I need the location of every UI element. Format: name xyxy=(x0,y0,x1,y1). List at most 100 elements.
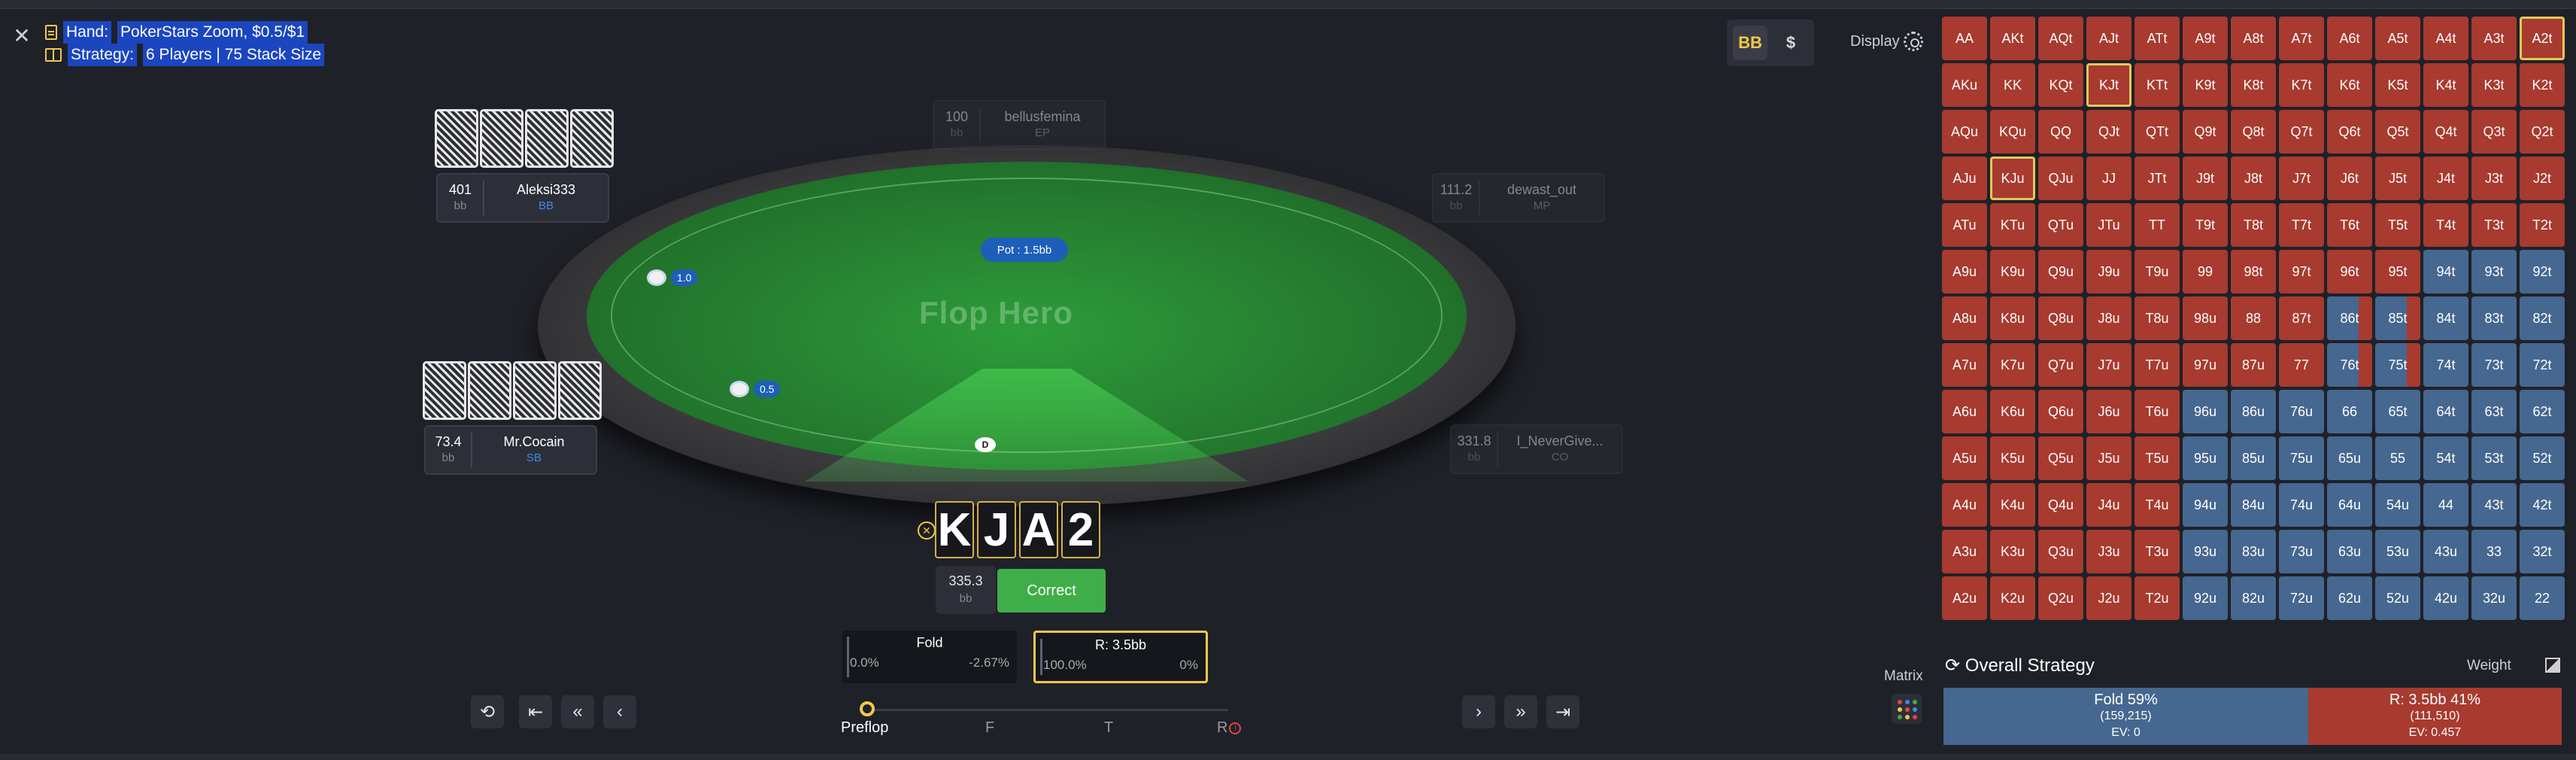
matrix-cell[interactable]: 92u xyxy=(2183,576,2228,620)
matrix-cell[interactable]: 65t xyxy=(2375,390,2420,433)
matrix-cell[interactable]: 97t xyxy=(2279,250,2324,293)
dollar-toggle[interactable]: $ xyxy=(1773,26,1808,60)
matrix-cell[interactable]: Q3u xyxy=(2038,530,2083,573)
hero-clear-icon[interactable]: ✕ xyxy=(918,521,936,540)
matrix-cell[interactable]: 62u xyxy=(2327,576,2372,620)
prev-icon[interactable]: ‹ xyxy=(603,695,636,728)
matrix-cell[interactable]: 83u xyxy=(2231,530,2276,573)
seat-mp[interactable]: 111.2 bb dewast_out MP xyxy=(1432,173,1605,223)
seat-ep[interactable]: 100 bb bellusfemina EP xyxy=(933,100,1106,150)
display-label[interactable]: Display xyxy=(1850,33,1900,50)
rewind-icon[interactable]: « xyxy=(561,695,594,728)
matrix-cell[interactable]: Q7t xyxy=(2279,110,2324,154)
matrix-cell[interactable]: A7u xyxy=(1942,343,1987,387)
matrix-cell[interactable]: 72u xyxy=(2279,576,2324,620)
matrix-cell[interactable]: 87u xyxy=(2231,343,2276,387)
matrix-cell[interactable]: 97u xyxy=(2183,343,2228,387)
matrix-cell[interactable]: Q8u xyxy=(2038,296,2083,340)
matrix-cell[interactable]: A9u xyxy=(1942,250,1987,293)
matrix-cell[interactable]: J9t xyxy=(2183,157,2228,200)
matrix-cell[interactable]: 63t xyxy=(2471,390,2517,433)
matrix-cell[interactable]: K7u xyxy=(1990,343,2035,387)
matrix-cell[interactable]: Q8t xyxy=(2231,110,2276,154)
street-current-marker[interactable] xyxy=(860,701,875,716)
matrix-cell[interactable]: ATu xyxy=(1942,203,1987,247)
matrix-cell[interactable]: 75u xyxy=(2279,436,2324,480)
matrix-cell[interactable]: 42u xyxy=(2423,576,2468,620)
matrix-cell[interactable]: A7t xyxy=(2279,17,2324,60)
matrix-cell[interactable]: 64u xyxy=(2327,483,2372,527)
matrix-cell[interactable]: A8u xyxy=(1942,296,1987,340)
matrix-cell[interactable]: Q2u xyxy=(2038,576,2083,620)
matrix-cell[interactable]: 85t xyxy=(2375,296,2420,340)
matrix-cell[interactable]: Q5u xyxy=(2038,436,2083,480)
fast-forward-icon[interactable]: » xyxy=(1504,695,1537,728)
matrix-cell[interactable]: 95t xyxy=(2375,250,2420,293)
street-flop[interactable]: F xyxy=(985,719,994,737)
matrix-cell[interactable]: K9u xyxy=(1990,250,2035,293)
matrix-cell[interactable]: 53t xyxy=(2471,436,2517,480)
matrix-cell[interactable]: 83t xyxy=(2471,296,2517,340)
matrix-cell[interactable]: A8t xyxy=(2231,17,2276,60)
matrix-cell[interactable]: KTt xyxy=(2135,63,2180,107)
matrix-cell[interactable]: 87t xyxy=(2279,296,2324,340)
matrix-cell[interactable]: 96t xyxy=(2327,250,2372,293)
matrix-cell[interactable]: 96u xyxy=(2183,390,2228,433)
matrix-cell[interactable]: J6u xyxy=(2086,390,2131,433)
matrix-cell[interactable]: AA xyxy=(1942,17,1987,60)
matrix-cell[interactable]: T4t xyxy=(2423,203,2468,247)
matrix-cell[interactable]: Q6t xyxy=(2327,110,2372,154)
matrix-cell[interactable]: A3u xyxy=(1942,530,1987,573)
matrix-cell[interactable]: J3t xyxy=(2471,157,2517,200)
replay-icon[interactable]: ⟲ xyxy=(471,695,504,728)
matrix-cell[interactable]: 53u xyxy=(2375,530,2420,573)
matrix-cell[interactable]: K8u xyxy=(1990,296,2035,340)
matrix-cell[interactable]: T2t xyxy=(2520,203,2565,247)
matrix-cell[interactable]: K4u xyxy=(1990,483,2035,527)
matrix-cell[interactable]: A4u xyxy=(1942,483,1987,527)
matrix-cell[interactable]: JTt xyxy=(2135,157,2180,200)
bb-toggle[interactable]: BB xyxy=(1733,26,1767,60)
matrix-cell[interactable]: QTt xyxy=(2135,110,2180,154)
street-preflop[interactable]: Preflop xyxy=(841,719,888,737)
matrix-cell[interactable]: J9u xyxy=(2086,250,2131,293)
matrix-cell[interactable]: 99 xyxy=(2183,250,2228,293)
matrix-cell[interactable]: 92t xyxy=(2520,250,2565,293)
weight-toggle-icon[interactable] xyxy=(2545,658,2560,673)
matrix-cell[interactable]: T5u xyxy=(2135,436,2180,480)
street-river[interactable]: R! xyxy=(1217,719,1242,737)
matrix-cell[interactable]: A5t xyxy=(2375,17,2420,60)
matrix-cell[interactable]: K3t xyxy=(2471,63,2517,107)
matrix-cell[interactable]: 94u xyxy=(2183,483,2228,527)
matrix-cell[interactable]: Q6u xyxy=(2038,390,2083,433)
matrix-cell[interactable]: J7t xyxy=(2279,157,2324,200)
matrix-cell[interactable]: A9t xyxy=(2183,17,2228,60)
matrix-cell[interactable]: 43u xyxy=(2423,530,2468,573)
matrix-cell[interactable]: K3u xyxy=(1990,530,2035,573)
seat-bb[interactable]: 401 bb Aleksi333 BB xyxy=(436,173,609,223)
matrix-cell[interactable]: T7u xyxy=(2135,343,2180,387)
matrix-cell[interactable]: TT xyxy=(2135,203,2180,247)
matrix-cell[interactable]: 82t xyxy=(2520,296,2565,340)
matrix-cell[interactable]: 43t xyxy=(2471,483,2517,527)
matrix-cell[interactable]: 66 xyxy=(2327,390,2372,433)
matrix-cell[interactable]: J6t xyxy=(2327,157,2372,200)
matrix-cell[interactable]: T7t xyxy=(2279,203,2324,247)
matrix-cell[interactable]: J5u xyxy=(2086,436,2131,480)
matrix-cell[interactable]: 98t xyxy=(2231,250,2276,293)
matrix-cell[interactable]: Q9u xyxy=(2038,250,2083,293)
matrix-cell[interactable]: T5t xyxy=(2375,203,2420,247)
matrix-cell[interactable]: T4u xyxy=(2135,483,2180,527)
matrix-cell[interactable]: QQ xyxy=(2038,110,2083,154)
matrix-cell[interactable]: J8u xyxy=(2086,296,2131,340)
matrix-cell[interactable]: J2t xyxy=(2520,157,2565,200)
matrix-cell[interactable]: 93u xyxy=(2183,530,2228,573)
matrix-cell[interactable]: 52t xyxy=(2520,436,2565,480)
matrix-cell[interactable]: QTu xyxy=(2038,203,2083,247)
matrix-cell[interactable]: 76u xyxy=(2279,390,2324,433)
matrix-cell[interactable]: K9t xyxy=(2183,63,2228,107)
matrix-cell[interactable]: A3t xyxy=(2471,17,2517,60)
matrix-cell[interactable]: K6t xyxy=(2327,63,2372,107)
matrix-cell[interactable]: 77 xyxy=(2279,343,2324,387)
matrix-cell[interactable]: KQt xyxy=(2038,63,2083,107)
